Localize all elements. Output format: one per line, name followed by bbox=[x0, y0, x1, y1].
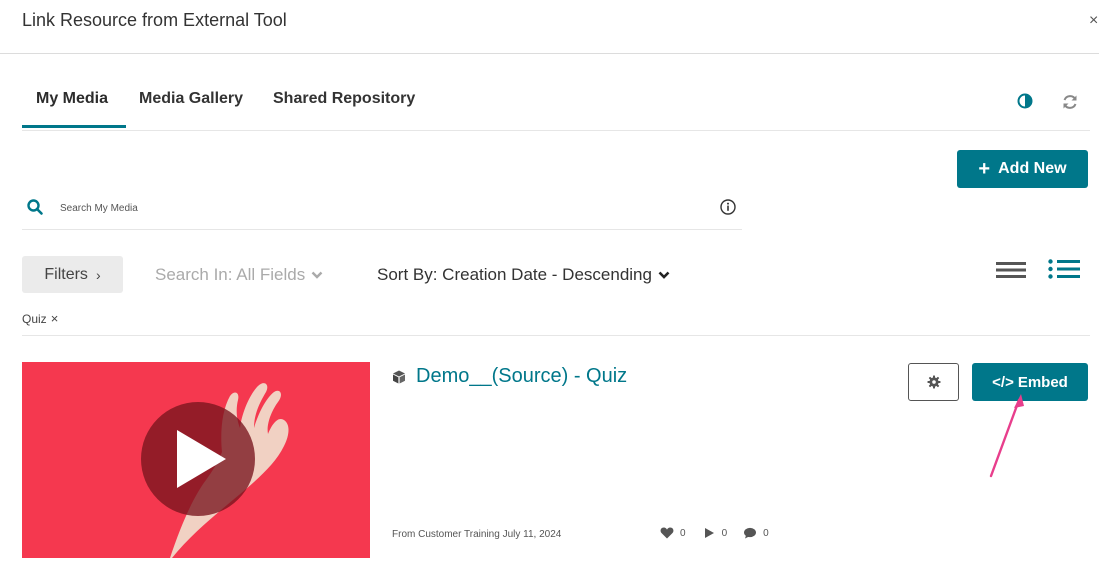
media-thumbnail[interactable] bbox=[22, 362, 370, 558]
dialog-header: Link Resource from External Tool × bbox=[0, 0, 1099, 54]
plays-stat: 0 bbox=[702, 527, 728, 539]
tab-bar: My Media Media Gallery Shared Repository bbox=[22, 80, 1090, 131]
search-bar bbox=[22, 188, 742, 230]
settings-button[interactable] bbox=[908, 363, 959, 401]
add-new-label: Add New bbox=[998, 160, 1067, 177]
search-in-dropdown[interactable]: Search In: All Fields bbox=[155, 265, 323, 285]
tab-shared-repository[interactable]: Shared Repository bbox=[273, 90, 415, 108]
tab-my-media[interactable]: My Media bbox=[36, 90, 108, 108]
thumbnail-art bbox=[22, 362, 370, 558]
comments-count: 0 bbox=[763, 527, 769, 539]
filters-label: Filters bbox=[44, 265, 88, 283]
sort-by-dropdown[interactable]: Sort By: Creation Date - Descending bbox=[377, 265, 670, 285]
annotation-arrow bbox=[989, 394, 1024, 478]
plus-icon: + bbox=[978, 158, 991, 180]
remove-tag-icon[interactable]: × bbox=[51, 311, 59, 326]
gear-icon bbox=[927, 375, 940, 389]
heart-icon bbox=[660, 527, 674, 539]
add-new-button[interactable]: + Add New bbox=[957, 150, 1088, 188]
divider bbox=[22, 335, 1090, 336]
sort-by-label: Sort By: Creation Date - Descending bbox=[377, 265, 652, 284]
entry-title-link[interactable]: Demo__(Source) - Quiz bbox=[392, 365, 627, 388]
tab-media-gallery[interactable]: Media Gallery bbox=[139, 90, 243, 108]
chevron-right-icon: › bbox=[95, 266, 101, 283]
refresh-icon[interactable] bbox=[1060, 92, 1080, 112]
list-view-icon[interactable] bbox=[996, 262, 1026, 278]
likes-stat: 0 bbox=[660, 527, 686, 539]
search-input[interactable] bbox=[60, 198, 700, 218]
search-in-label: Search In: All Fields bbox=[155, 265, 306, 284]
embed-label: Embed bbox=[1017, 373, 1068, 391]
likes-count: 0 bbox=[680, 527, 686, 539]
close-button[interactable]: × bbox=[1089, 12, 1099, 30]
comments-stat: 0 bbox=[743, 527, 769, 539]
comment-icon bbox=[744, 527, 757, 539]
filter-tag-quiz: Quiz × bbox=[22, 311, 58, 326]
entry-meta: From Customer Training July 11, 2024 bbox=[392, 529, 562, 540]
entry-title: Demo__(Source) - Quiz bbox=[416, 365, 628, 387]
chevron-down-icon bbox=[311, 271, 323, 279]
dialog-title: Link Resource from External Tool bbox=[22, 10, 287, 30]
detailed-view-icon[interactable] bbox=[1048, 259, 1080, 279]
play-icon bbox=[704, 528, 714, 538]
code-icon: </> bbox=[992, 373, 1014, 391]
filter-tag-label: Quiz bbox=[22, 311, 47, 326]
plays-count: 0 bbox=[721, 527, 728, 539]
entry-stats: 0 0 0 bbox=[660, 527, 769, 539]
active-tab-indicator bbox=[22, 125, 126, 128]
contrast-icon[interactable] bbox=[1017, 93, 1033, 109]
info-icon[interactable] bbox=[719, 198, 737, 216]
filters-button[interactable]: Filters › bbox=[22, 256, 123, 293]
chevron-down-icon bbox=[658, 271, 670, 279]
search-icon bbox=[27, 199, 43, 215]
cube-icon bbox=[393, 370, 405, 383]
